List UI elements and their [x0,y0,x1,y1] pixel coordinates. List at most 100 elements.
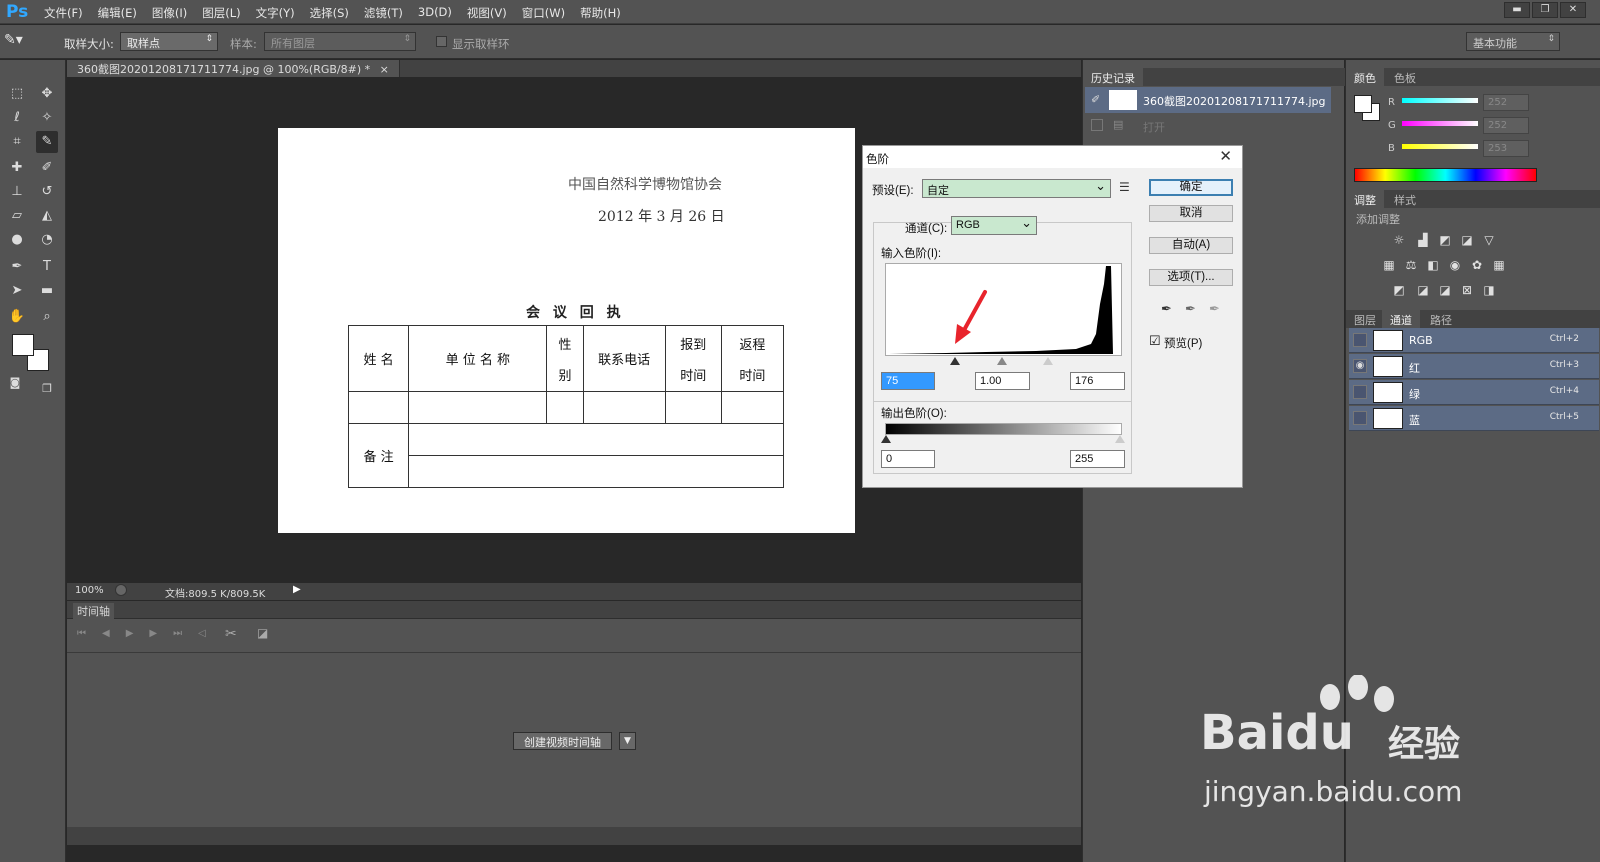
paint-bucket-icon[interactable]: ◭ [36,205,58,227]
document-tab[interactable]: 360截图20201208171711774.jpg @ 100%(RGB/8#… [67,60,400,78]
output-white-field[interactable] [1070,450,1125,468]
eyedropper-tool-icon[interactable]: ✎▾ [4,32,23,48]
sample-select[interactable]: 所有图层 [264,32,416,51]
cancel-button[interactable]: 取消 [1149,205,1233,222]
eraser-tool-icon[interactable]: ▱ [6,205,28,227]
playback-controls-icon[interactable]: ⏮◀▶▶⏭◁ [77,628,222,639]
hue-icon[interactable]: ▦ [1380,258,1398,274]
blue-value-input[interactable]: 253 [1483,140,1529,157]
minimize-button[interactable]: ▬ [1504,2,1530,18]
menu-file[interactable]: 文件(F) [44,5,83,21]
auto-button[interactable]: 自动(A) [1149,237,1233,254]
close-icon[interactable]: ✕ [1219,147,1232,165]
visibility-toggle[interactable] [1353,411,1367,425]
output-black-field[interactable] [881,450,935,468]
restore-button[interactable]: ❐ [1532,2,1558,18]
tab-channels[interactable]: 通道 [1382,310,1420,328]
gray-eyedropper-icon[interactable]: ✒ [1185,301,1196,317]
input-white-slider[interactable] [1043,357,1053,365]
vibrance-icon[interactable]: ▽ [1480,233,1498,249]
channel-row-blue[interactable]: 蓝 Ctrl+5 [1349,406,1599,431]
ok-button[interactable]: 确定 [1149,179,1233,196]
history-brush-icon[interactable]: ↺ [36,181,58,203]
brush-tool-icon[interactable]: ✐ [36,157,58,179]
history-step[interactable]: ▤ 打开 [1085,113,1331,139]
tab-history[interactable]: 历史记录 [1083,68,1143,86]
exposure-icon[interactable]: ◪ [1458,233,1476,249]
black-eyedropper-icon[interactable]: ✒ [1161,301,1172,317]
balance-icon[interactable]: ⚖ [1402,258,1420,274]
zoom-tool-icon[interactable]: ⌕ [36,306,58,328]
tab-paths[interactable]: 路径 [1422,310,1460,328]
history-snapshot[interactable]: ✐ 360截图20201208171711774.jpg [1085,87,1331,113]
menu-help[interactable]: 帮助(H) [580,5,621,21]
channel-row-green[interactable]: 绿 Ctrl+4 [1349,380,1599,405]
screen-mode-icon[interactable]: ❐ [36,378,58,400]
preset-options-icon[interactable]: ☰ [1119,180,1130,194]
eyedropper-tool-icon[interactable]: ✎ [36,131,58,153]
posterize-icon[interactable]: ◪ [1414,283,1432,299]
split-icon[interactable]: ✂ [225,626,237,642]
workspace-select[interactable]: 基本功能 [1466,32,1560,51]
quick-mask-icon[interactable]: ◙ [4,372,26,394]
input-gamma-field[interactable] [975,372,1030,390]
input-black-slider[interactable] [950,357,960,365]
menu-layer[interactable]: 图层(L) [202,5,240,21]
tab-swatches[interactable]: 色板 [1386,68,1424,86]
sample-size-select[interactable]: 取样点 [120,32,218,51]
color-lookup-icon[interactable]: ▦ [1490,258,1508,274]
crop-tool-icon[interactable]: ⌗ [6,131,28,153]
selective-color-icon[interactable]: ◨ [1480,283,1498,299]
status-menu-arrow-icon[interactable]: ▶ [293,584,301,595]
blur-tool-icon[interactable]: ● [6,229,28,251]
preset-select[interactable]: 自定 [922,178,1111,198]
tab-styles[interactable]: 样式 [1386,190,1424,208]
threshold-icon[interactable]: ◪ [1436,283,1454,299]
red-value-input[interactable]: 252 [1483,94,1529,111]
output-black-slider[interactable] [881,435,891,443]
menu-type[interactable]: 文字(Y) [256,5,295,21]
healing-brush-icon[interactable]: ✚ [6,157,28,179]
preview-checkbox[interactable]: ☑ [1149,333,1161,349]
pen-tool-icon[interactable]: ✒ [6,256,28,278]
color-spectrum[interactable] [1354,168,1537,182]
options-button[interactable]: 选项(T)... [1149,269,1233,286]
input-gamma-slider[interactable] [997,357,1007,365]
color-fg-swatch[interactable] [1354,95,1372,113]
eye-icon[interactable]: ◉ [1353,359,1367,373]
show-ring-checkbox[interactable] [436,36,447,47]
zoom-level[interactable]: 100% [75,585,104,596]
invert-icon[interactable]: ◩ [1390,283,1408,299]
green-value-input[interactable]: 252 [1483,117,1529,134]
menu-image[interactable]: 图像(I) [152,5,187,21]
white-eyedropper-icon[interactable]: ✒ [1209,301,1220,317]
path-select-icon[interactable]: ➤ [6,280,28,302]
lasso-tool-icon[interactable]: ℓ [6,107,28,129]
history-step-checkbox[interactable] [1091,119,1103,131]
clone-stamp-icon[interactable]: ⊥ [6,181,28,203]
tab-layers[interactable]: 图层 [1346,310,1384,328]
channel-row-rgb[interactable]: RGB Ctrl+2 [1349,328,1599,353]
channel-row-red[interactable]: ◉ 红 Ctrl+3 [1349,354,1599,379]
red-slider[interactable] [1402,98,1478,103]
hand-tool-icon[interactable]: ✋ [6,306,28,328]
foreground-color-swatch[interactable] [12,334,34,356]
menu-window[interactable]: 窗口(W) [522,5,565,21]
levels-icon[interactable]: ▟ [1414,233,1432,249]
menu-select[interactable]: 选择(S) [310,5,349,21]
timeline-tab[interactable]: 时间轴 [73,603,114,619]
tab-adjustments[interactable]: 调整 [1346,190,1384,208]
brightness-icon[interactable]: ☼ [1390,233,1408,249]
channel-mixer-icon[interactable]: ✿ [1468,258,1486,274]
marquee-tool-icon[interactable]: ⬚ [6,83,28,105]
menu-filter[interactable]: 滤镜(T) [364,5,403,21]
blue-slider[interactable] [1402,144,1478,149]
menu-3d[interactable]: 3D(D) [418,5,452,21]
move-tool-icon[interactable]: ✥ [36,83,58,105]
close-button[interactable]: ✕ [1560,2,1586,18]
close-tab-icon[interactable]: × [380,63,389,76]
visibility-toggle[interactable] [1353,385,1367,399]
curves-icon[interactable]: ◩ [1436,233,1454,249]
menu-view[interactable]: 视图(V) [467,5,507,21]
document-canvas[interactable]: 中国自然科学博物馆协会 2012 年 3 月 26 日 会 议 回 执 姓 名 … [278,128,855,533]
